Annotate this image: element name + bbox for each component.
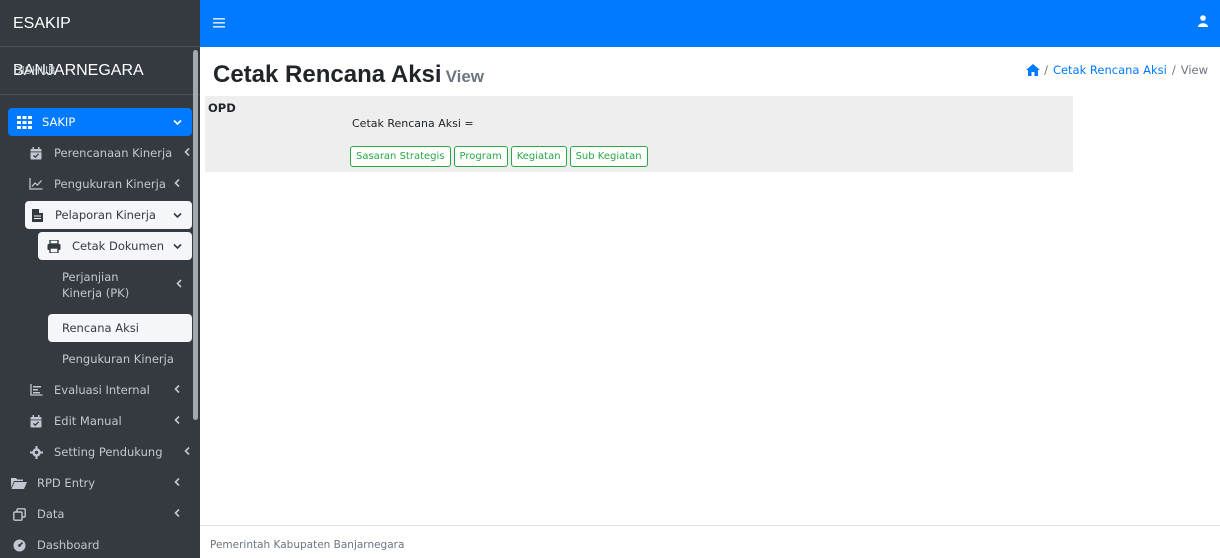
sidebar-item-label: SAKIP — [42, 115, 76, 129]
sidebar-item-pelaporan-kinerja[interactable]: Pelaporan Kinerja — [25, 201, 192, 229]
clone-icon — [11, 507, 27, 521]
sidebar-item-label: Pengukuran Kinerja — [62, 352, 174, 366]
sidebar-item-label: Perencanaan Kinerja — [54, 146, 173, 160]
calendar-check-icon — [28, 146, 44, 160]
chevron-left-icon — [174, 384, 180, 397]
chevron-left-icon — [174, 415, 180, 428]
sidebar-item-label: RPD Entry — [37, 476, 96, 490]
sidebar-item-setting-pendukung[interactable]: Setting Pendukung — [28, 438, 192, 466]
sidebar-nav: SAKIP Perencanaan Kinerja Pengukuran Kin… — [0, 108, 200, 558]
sidebar-item-evaluasi-internal[interactable]: Evaluasi Internal — [28, 376, 192, 404]
chevron-left-icon — [174, 508, 180, 521]
sidebar-item-label: Pelaporan Kinerja — [55, 208, 156, 222]
breadcrumb: / Cetak Rencana Aksi / View — [1026, 63, 1208, 77]
gear-icon — [28, 445, 44, 459]
sidebar-item-perencanaan-kinerja[interactable]: Perencanaan Kinerja — [28, 139, 192, 167]
chevron-down-icon — [173, 209, 182, 222]
sidebar-item-data[interactable]: Data — [8, 500, 192, 528]
sidebar-item-label: Evaluasi Internal — [54, 383, 150, 397]
chevron-down-icon — [173, 116, 182, 129]
sidebar-item-label: Dashboard — [37, 538, 100, 552]
top-navbar — [200, 0, 1220, 47]
footer-text: Pemerintah Kabupaten Banjarnegara — [210, 539, 405, 551]
program-button[interactable]: Program — [453, 146, 508, 167]
sidebar-item-perjanjian-kinerja[interactable]: Perjanjian Kinerja (PK) — [48, 263, 192, 311]
home-icon[interactable] — [1026, 64, 1041, 76]
sidebar-item-label: Cetak Dokumen — [72, 239, 165, 253]
sidebar-item-label: Perjanjian Kinerja (PK) — [62, 270, 130, 300]
chevron-left-icon — [174, 178, 180, 191]
opd-label: OPD — [208, 101, 236, 115]
sub-kegiatan-button[interactable]: Sub Kegiatan — [569, 146, 648, 167]
sidebar-item-label: Pengukuran Kinerja — [54, 177, 166, 191]
print-button-group: Sasaran Strategis Program Kegiatan Sub K… — [350, 146, 648, 167]
print-card: OPD Cetak Rencana Aksi = Sasaran Strateg… — [205, 96, 1073, 172]
page-title: Cetak Rencana Aksi View — [213, 61, 484, 89]
sidebar-item-sakip[interactable]: SAKIP — [8, 108, 192, 136]
print-icon — [46, 239, 62, 253]
sidebar: ESAKIP BANJARNEGARA DISHUB SAKIP Perenca… — [0, 0, 200, 558]
file-icon — [29, 208, 45, 222]
sidebar-item-rencana-aksi[interactable]: Rencana Aksi — [48, 314, 192, 342]
sidebar-item-cetak-dokumen[interactable]: Cetak Dokumen — [38, 232, 192, 260]
sidebar-item-edit-manual[interactable]: Edit Manual — [28, 407, 192, 435]
folder-open-icon — [11, 477, 27, 489]
sidebar-item-pengukuran-kinerja-sub[interactable]: Pengukuran Kinerja — [48, 345, 192, 373]
grid-icon — [16, 115, 32, 129]
main-content: Cetak Rencana Aksi View / Cetak Rencana A… — [200, 47, 1220, 525]
calendar-check-icon — [28, 414, 44, 428]
dashboard-icon — [11, 539, 27, 552]
page-title-text: Cetak Rencana Aksi — [213, 61, 442, 88]
chevron-left-icon — [174, 477, 180, 490]
sidebar-item-label: Edit Manual — [54, 414, 122, 428]
sidebar-item-label: Setting Pendukung — [54, 445, 163, 459]
chevron-down-icon — [173, 240, 182, 253]
brand-title[interactable]: ESAKIP BANJARNEGARA — [0, 0, 200, 79]
sidebar-scrollbar[interactable] — [193, 50, 198, 420]
footer: Pemerintah Kabupaten Banjarnegara — [200, 525, 1220, 558]
page-subtitle: View — [445, 67, 484, 86]
chevron-left-icon — [176, 277, 182, 293]
chevron-left-icon — [184, 446, 190, 459]
breadcrumb-separator: / — [1044, 63, 1048, 77]
breadcrumb-link[interactable]: Cetak Rencana Aksi — [1053, 63, 1167, 77]
user-icon[interactable] — [1198, 15, 1208, 30]
line-chart-icon — [28, 178, 44, 190]
sidebar-item-pengukuran-kinerja[interactable]: Pengukuran Kinerja — [28, 170, 192, 198]
sidebar-item-label: Rencana Aksi — [62, 321, 139, 335]
sidebar-item-dashboard[interactable]: Dashboard — [8, 531, 192, 558]
sidebar-item-rpd-entry[interactable]: RPD Entry — [8, 469, 192, 497]
cetak-rencana-aksi-label: Cetak Rencana Aksi = — [352, 117, 474, 130]
breadcrumb-separator: / — [1171, 63, 1176, 77]
kegiatan-button[interactable]: Kegiatan — [510, 146, 567, 167]
bar-chart-icon — [28, 384, 44, 396]
chevron-left-icon — [184, 147, 190, 160]
sasaran-strategis-button[interactable]: Sasaran Strategis — [350, 146, 451, 167]
breadcrumb-current: View — [1180, 63, 1208, 77]
sidebar-item-label: Data — [37, 507, 65, 521]
hamburger-menu-icon[interactable] — [213, 16, 225, 32]
